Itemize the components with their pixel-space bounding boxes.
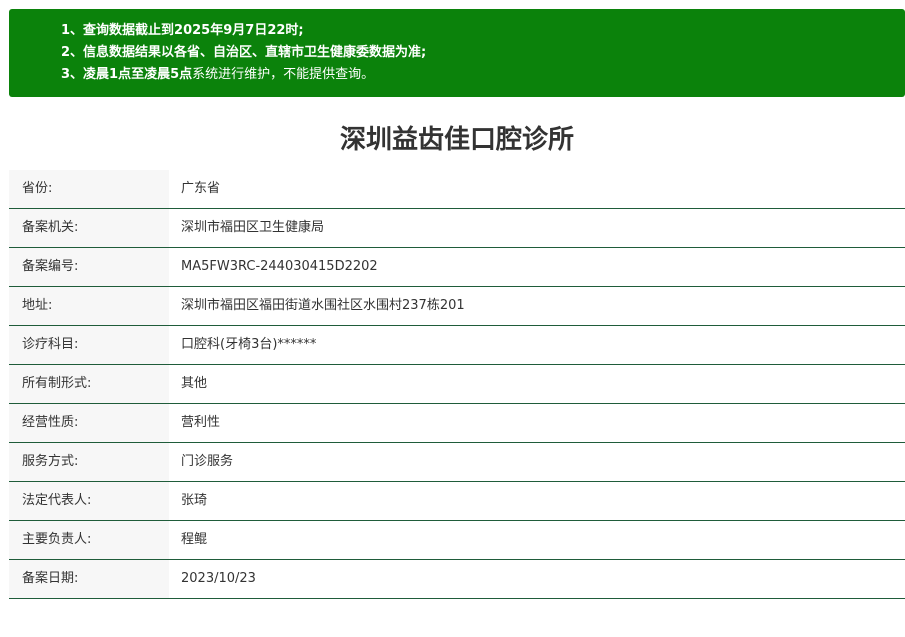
notice-line-2-text: 2、信息数据结果以各省、自治区、直辖市卫生健康委数据为准; <box>61 45 427 60</box>
notice-line-3-bold-text: 3、凌晨1点至凌晨5点 <box>61 67 193 82</box>
table-row-address: 地址: 深圳市福田区福田街道水围社区水围村237栋201 <box>9 287 905 326</box>
row-value: 广东省 <box>181 181 221 196</box>
table-row-registration-authority: 备案机关: 深圳市福田区卫生健康局 <box>9 209 905 248</box>
row-label: 经营性质: <box>9 404 169 442</box>
row-value: MA5FW3RC-244030415D2202 <box>181 259 378 274</box>
row-value: 门诊服务 <box>181 454 234 469</box>
table-row-principal: 主要负责人: 程鲲 <box>9 521 905 560</box>
table-row-legal-representative: 法定代表人: 张琦 <box>9 482 905 521</box>
info-table: 省份: 广东省 备案机关: 深圳市福田区卫生健康局 备案编号: MA5FW3RC… <box>9 170 905 599</box>
row-label: 诊疗科目: <box>9 326 169 364</box>
row-label: 主要负责人: <box>9 521 169 559</box>
row-label: 省份: <box>9 170 169 208</box>
table-row-registration-date: 备案日期: 2023/10/23 <box>9 560 905 599</box>
row-label: 备案机关: <box>9 209 169 247</box>
table-row-business-nature: 经营性质: 营利性 <box>9 404 905 443</box>
notice-line-1: 1、查询数据截止到2025年9月7日22时; <box>61 20 905 42</box>
row-label: 备案编号: <box>9 248 169 286</box>
page-title: 深圳益齿佳口腔诊所 <box>339 125 574 155</box>
row-label: 服务方式: <box>9 443 169 481</box>
row-value: 2023/10/23 <box>181 571 256 586</box>
notice-line-2: 2、信息数据结果以各省、自治区、直辖市卫生健康委数据为准; <box>61 42 905 64</box>
row-label: 法定代表人: <box>9 482 169 520</box>
notice-banner: 1、查询数据截止到2025年9月7日22时; 2、信息数据结果以各省、自治区、直… <box>9 9 905 97</box>
table-row-province: 省份: 广东省 <box>9 170 905 209</box>
row-value: 张琦 <box>181 493 208 508</box>
table-row-ownership: 所有制形式: 其他 <box>9 365 905 404</box>
row-value: 其他 <box>181 376 208 391</box>
row-label: 地址: <box>9 287 169 325</box>
table-row-service-mode: 服务方式: 门诊服务 <box>9 443 905 482</box>
table-row-registration-number: 备案编号: MA5FW3RC-244030415D2202 <box>9 248 905 287</box>
row-value: 深圳市福田区福田街道水围社区水围村237栋201 <box>181 298 465 313</box>
notice-line-1-text: 1、查询数据截止到2025年9月7日22时; <box>61 23 304 38</box>
row-value: 程鲲 <box>181 532 208 547</box>
notice-line-3: 3、凌晨1点至凌晨5点系统进行维护，不能提供查询。 <box>61 64 905 86</box>
row-value: 营利性 <box>181 415 221 430</box>
row-value: 口腔科(牙椅3台)****** <box>181 337 317 352</box>
row-value: 深圳市福田区卫生健康局 <box>181 220 325 235</box>
notice-line-3-text: 系统进行维护，不能提供查询。 <box>192 67 375 82</box>
row-label: 所有制形式: <box>9 365 169 403</box>
table-row-departments: 诊疗科目: 口腔科(牙椅3台)****** <box>9 326 905 365</box>
row-label: 备案日期: <box>9 560 169 598</box>
